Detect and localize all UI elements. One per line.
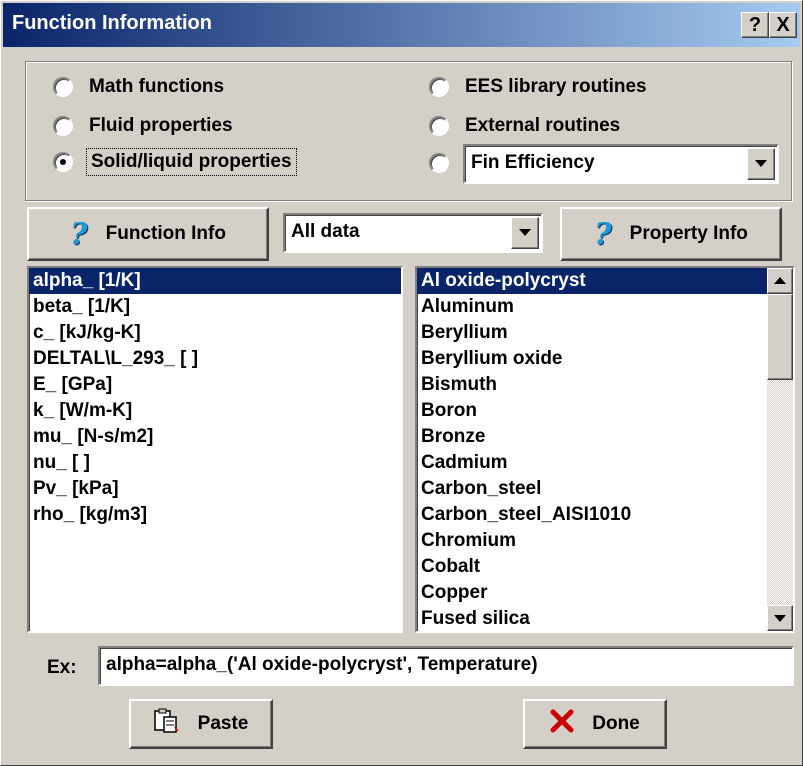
scroll-up-icon[interactable] [767, 268, 793, 294]
list-item[interactable]: Cobalt [417, 554, 767, 580]
materials-listbox[interactable]: Al oxide-polycryst Aluminum Beryllium Be… [415, 266, 795, 633]
radio-circle-icon [429, 116, 449, 136]
list-item[interactable]: Beryllium [417, 320, 767, 346]
window-title: Function Information [12, 12, 212, 34]
radio-circle-icon [429, 77, 449, 97]
list-item[interactable]: Aluminum [417, 294, 767, 320]
example-label: Ex: [47, 657, 77, 678]
function-info-button[interactable]: ? Function Info [27, 207, 269, 261]
functions-listbox[interactable]: alpha_ [1/K] beta_ [1/K] c_ [kJ/kg-K] DE… [27, 266, 403, 633]
function-information-dialog: Function Information ? X Math functions … [0, 0, 803, 766]
help-title-button[interactable]: ? [741, 12, 769, 38]
data-filter-value: All data [291, 221, 360, 242]
paste-icon [153, 708, 180, 740]
library-dropdown-value: Fin Efficiency [471, 152, 595, 173]
example-field[interactable]: alpha=alpha_('Al oxide-polycryst', Tempe… [98, 646, 794, 686]
data-filter-dropdown[interactable]: All data [283, 213, 543, 253]
close-button[interactable]: X [769, 12, 797, 38]
function-info-label: Function Info [105, 223, 226, 244]
radio-fluid-properties[interactable]: Fluid properties [53, 115, 233, 137]
radio-math-functions[interactable]: Math functions [53, 76, 224, 98]
question-mark-icon: ? [70, 216, 88, 252]
list-item[interactable]: nu_ [ ] [29, 450, 401, 476]
library-dropdown[interactable]: Fin Efficiency [463, 144, 779, 184]
example-text: alpha=alpha_('Al oxide-polycryst', Tempe… [106, 654, 538, 675]
title-bar[interactable]: Function Information ? X [3, 3, 800, 47]
paste-label: Paste [197, 713, 249, 734]
list-item[interactable]: Copper [417, 580, 767, 606]
question-mark-icon: ? [594, 216, 612, 252]
done-button[interactable]: Done [523, 699, 667, 749]
property-info-label: Property Info [629, 223, 748, 244]
list-item[interactable]: k_ [W/m-K] [29, 398, 401, 424]
list-item[interactable]: Chromium [417, 528, 767, 554]
radio-circle-icon [53, 77, 73, 97]
list-item[interactable]: c_ [kJ/kg-K] [29, 320, 401, 346]
radio-label: Fluid properties [89, 115, 233, 136]
red-x-icon [550, 709, 574, 739]
list-item[interactable]: DELTAL\L_293_ [ ] [29, 346, 401, 372]
radio-external-routines[interactable]: External routines [429, 115, 620, 137]
radio-ees-library-routines[interactable]: EES library routines [429, 76, 647, 98]
radio-label: Math functions [89, 76, 225, 97]
list-item[interactable]: Carbon_steel_AISI1010 [417, 502, 767, 528]
radio-label: EES library routines [465, 76, 647, 97]
radio-label: Solid/liquid properties [86, 148, 297, 176]
radio-library-dropdown[interactable] [429, 153, 465, 173]
dropdown-arrow-icon[interactable] [511, 217, 539, 249]
list-item[interactable]: Beryllium oxide [417, 346, 767, 372]
scrollbar-thumb[interactable] [767, 294, 793, 380]
dropdown-arrow-icon[interactable] [747, 148, 775, 180]
radio-solid-liquid-properties[interactable]: Solid/liquid properties [53, 148, 297, 176]
radio-label: External routines [465, 115, 621, 136]
list-item[interactable]: beta_ [1/K] [29, 294, 401, 320]
list-item[interactable]: Boron [417, 398, 767, 424]
list-item[interactable]: E_ [GPa] [29, 372, 401, 398]
scroll-down-icon[interactable] [767, 605, 793, 631]
list-item[interactable]: rho_ [kg/m3] [29, 502, 401, 528]
property-info-button[interactable]: ? Property Info [560, 207, 782, 261]
vertical-scrollbar[interactable] [767, 268, 793, 631]
radio-circle-icon [53, 116, 73, 136]
list-item[interactable]: Carbon_steel [417, 476, 767, 502]
radio-circle-icon [429, 153, 449, 173]
paste-button[interactable]: Paste [129, 699, 273, 749]
list-item[interactable]: Fused silica [417, 606, 767, 631]
list-item[interactable]: alpha_ [1/K] [29, 268, 401, 294]
list-item[interactable]: Bismuth [417, 372, 767, 398]
list-item[interactable]: Bronze [417, 424, 767, 450]
list-item[interactable]: Al oxide-polycryst [417, 268, 767, 294]
radio-selected-icon [53, 152, 73, 172]
list-item[interactable]: mu_ [N-s/m2] [29, 424, 401, 450]
list-item[interactable]: Cadmium [417, 450, 767, 476]
done-label: Done [592, 713, 640, 734]
list-item[interactable]: Pv_ [kPa] [29, 476, 401, 502]
